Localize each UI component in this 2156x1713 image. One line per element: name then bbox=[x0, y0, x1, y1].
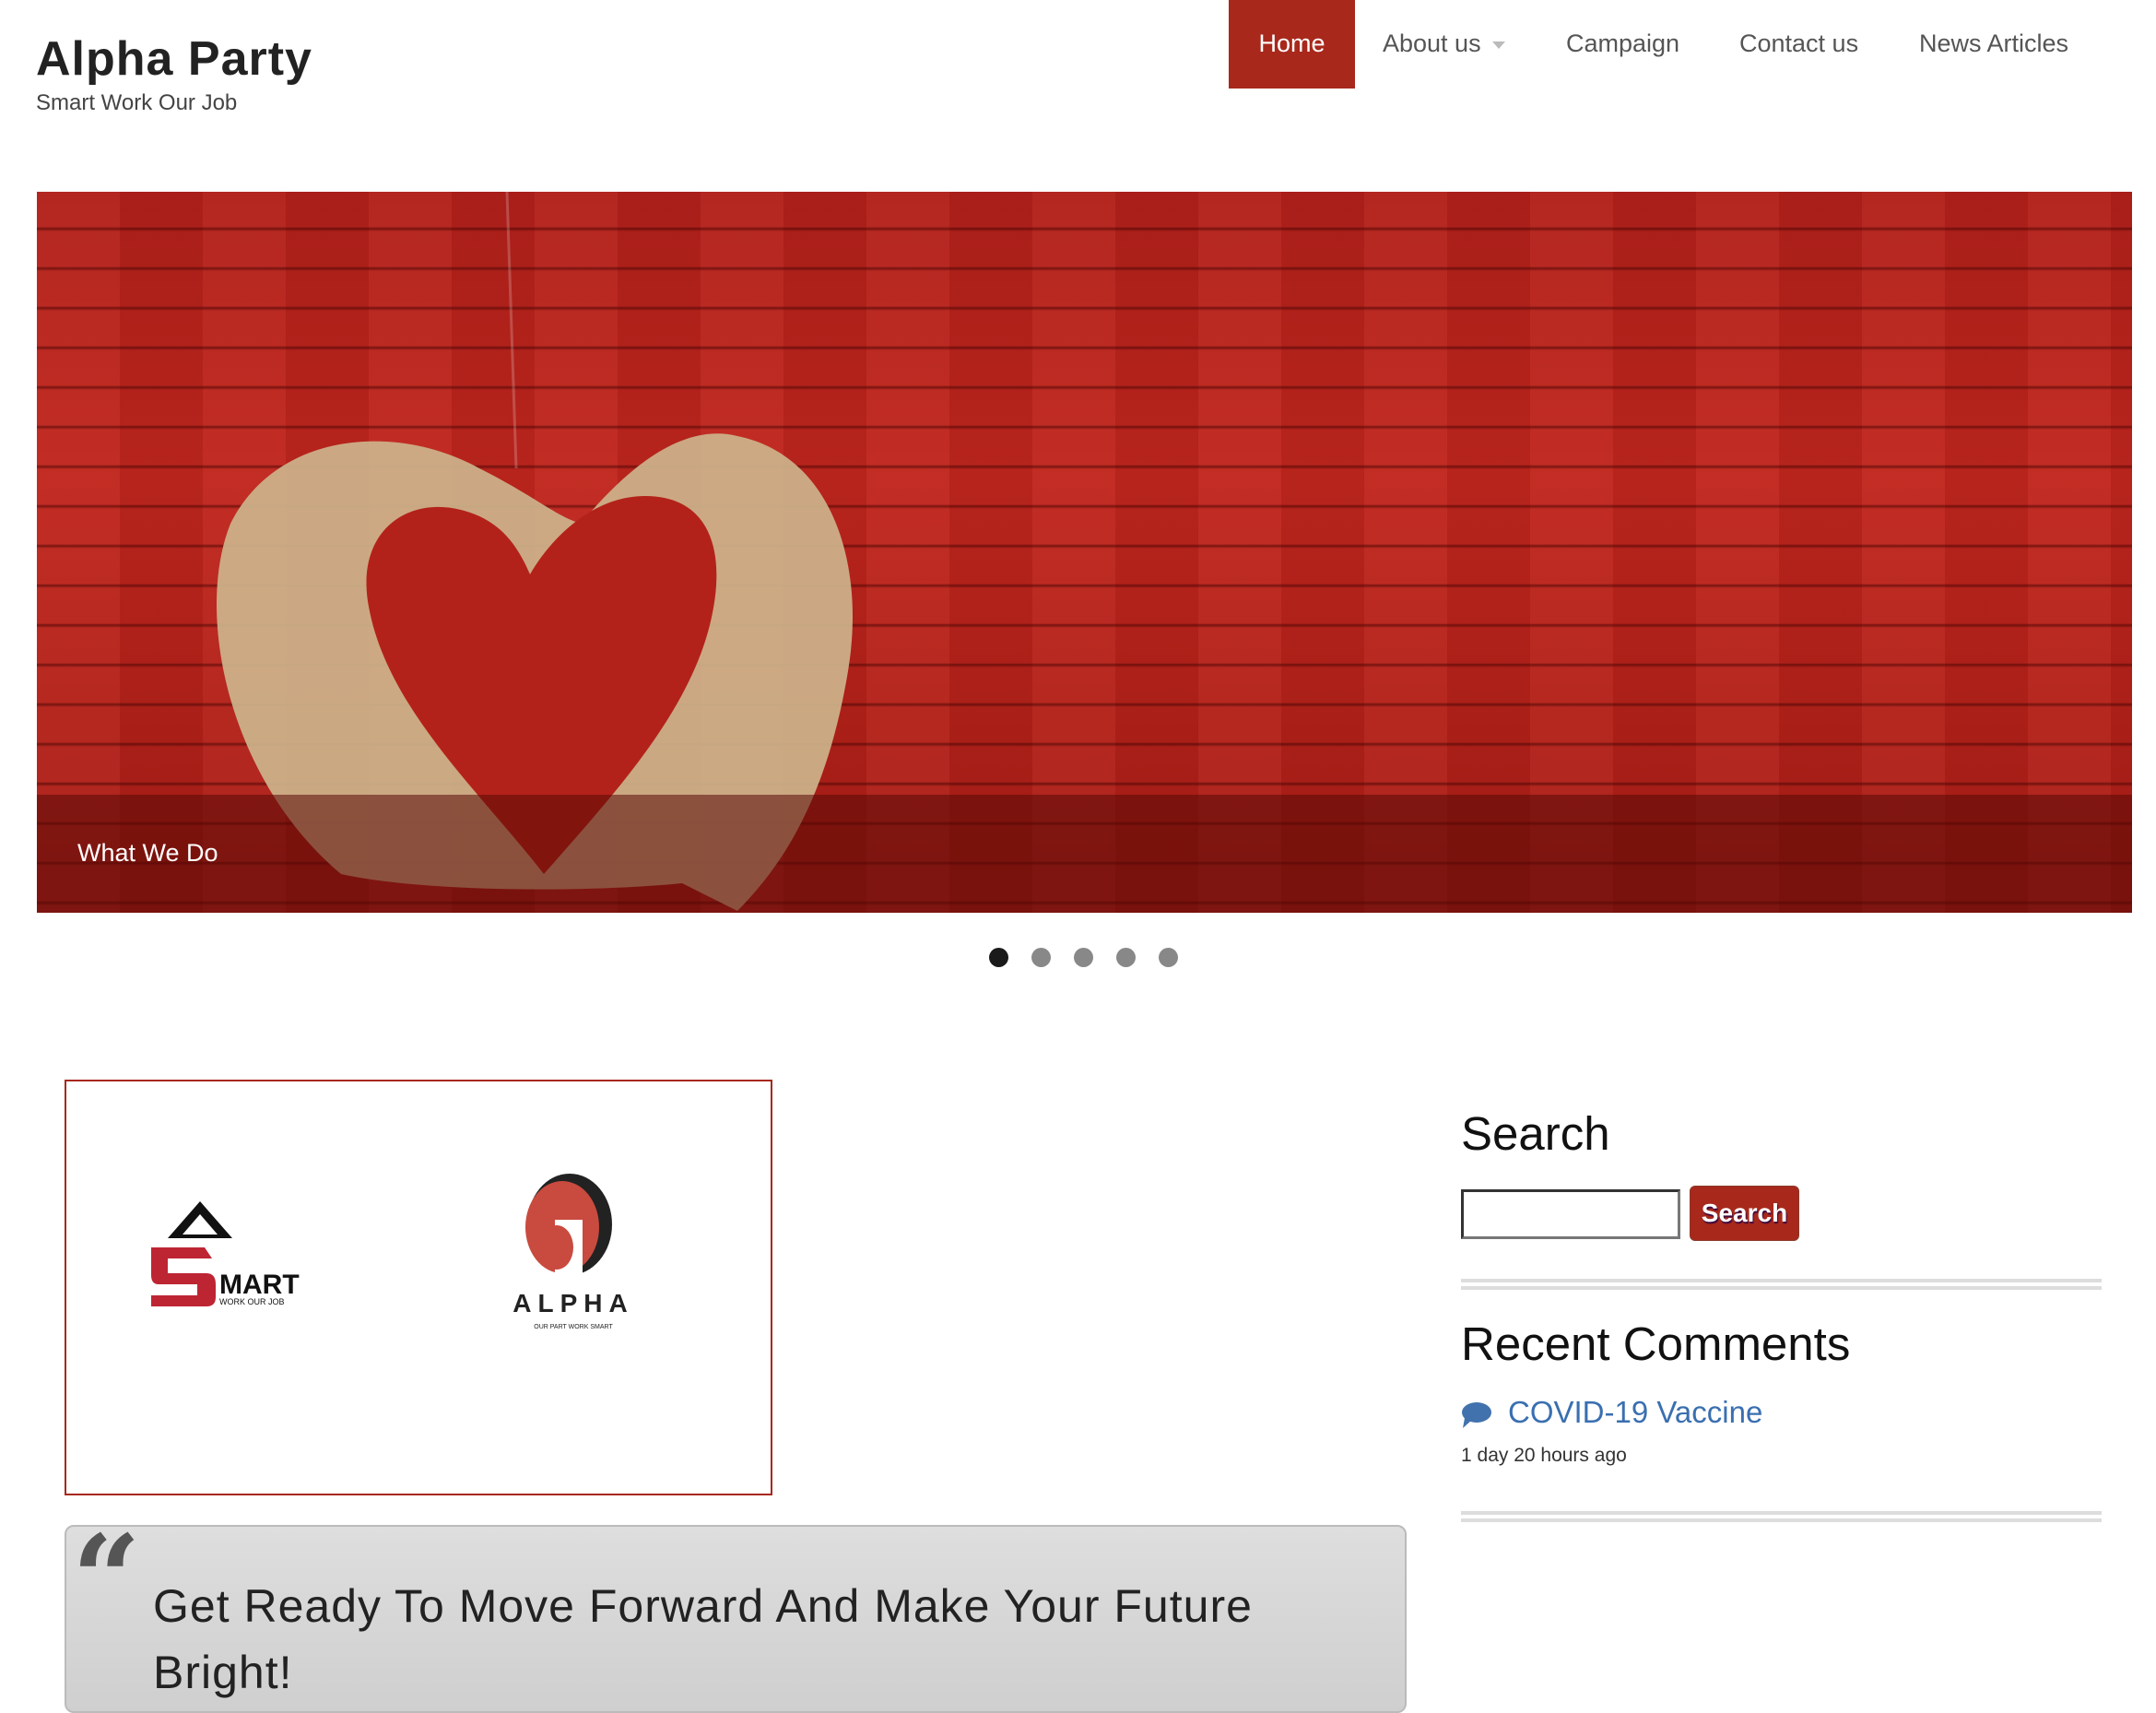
slider-dot-5[interactable] bbox=[1159, 948, 1178, 967]
slider-dot-1[interactable] bbox=[989, 948, 1008, 967]
quote-block: “ Get Ready To Move Forward And Make You… bbox=[65, 1508, 1407, 1713]
quote-text: Get Ready To Move Forward And Make Your … bbox=[153, 1580, 1253, 1698]
smart-logo: MART WORK OUR JOB bbox=[151, 1201, 300, 1306]
slider-dot-2[interactable] bbox=[1031, 948, 1051, 967]
divider bbox=[1461, 1279, 2102, 1290]
slider-dot-3[interactable] bbox=[1074, 948, 1093, 967]
search-heading: Search bbox=[1461, 1107, 1610, 1160]
search-button[interactable]: Search bbox=[1690, 1186, 1799, 1241]
comment-link[interactable]: COVID-19 Vaccine bbox=[1508, 1395, 1762, 1430]
site-title[interactable]: Alpha Party bbox=[36, 31, 312, 87]
logos-panel: MART WORK OUR JOB ALPHA OUR PART WORK SM… bbox=[65, 1080, 772, 1495]
quote-icon: “ bbox=[72, 1508, 141, 1649]
nav-campaign[interactable]: Campaign bbox=[1566, 0, 1679, 89]
nav-contact-us[interactable]: Contact us bbox=[1739, 0, 1858, 89]
comment-icon bbox=[1462, 1402, 1491, 1428]
nav-home[interactable]: Home bbox=[1229, 0, 1355, 89]
nav-about-us[interactable]: About us bbox=[1383, 0, 1505, 89]
slider-dot-4[interactable] bbox=[1116, 948, 1136, 967]
chevron-down-icon bbox=[1491, 41, 1505, 49]
search-input[interactable] bbox=[1461, 1189, 1680, 1239]
slide-caption-text: What We Do bbox=[77, 839, 218, 867]
nav-news-articles[interactable]: News Articles bbox=[1919, 0, 2068, 89]
nav-about-us-label: About us bbox=[1383, 30, 1481, 57]
comment-time: 1 day 20 hours ago bbox=[1461, 1445, 1627, 1466]
recent-comments-heading: Recent Comments bbox=[1461, 1317, 1851, 1370]
alpha-logo-tagline: OUR PART WORK SMART bbox=[534, 1324, 613, 1330]
slide-caption: What We Do bbox=[37, 795, 2132, 913]
divider bbox=[1461, 1511, 2102, 1522]
smart-logo-tagline: WORK OUR JOB bbox=[219, 1297, 285, 1306]
smart-logo-word: MART bbox=[219, 1270, 300, 1300]
site-slogan: Smart Work Our Job bbox=[36, 90, 238, 115]
alpha-logo: ALPHA OUR PART WORK SMART bbox=[512, 1174, 633, 1330]
hero-slider[interactable]: What We Do bbox=[37, 192, 2132, 913]
alpha-logo-word: ALPHA bbox=[512, 1289, 633, 1317]
